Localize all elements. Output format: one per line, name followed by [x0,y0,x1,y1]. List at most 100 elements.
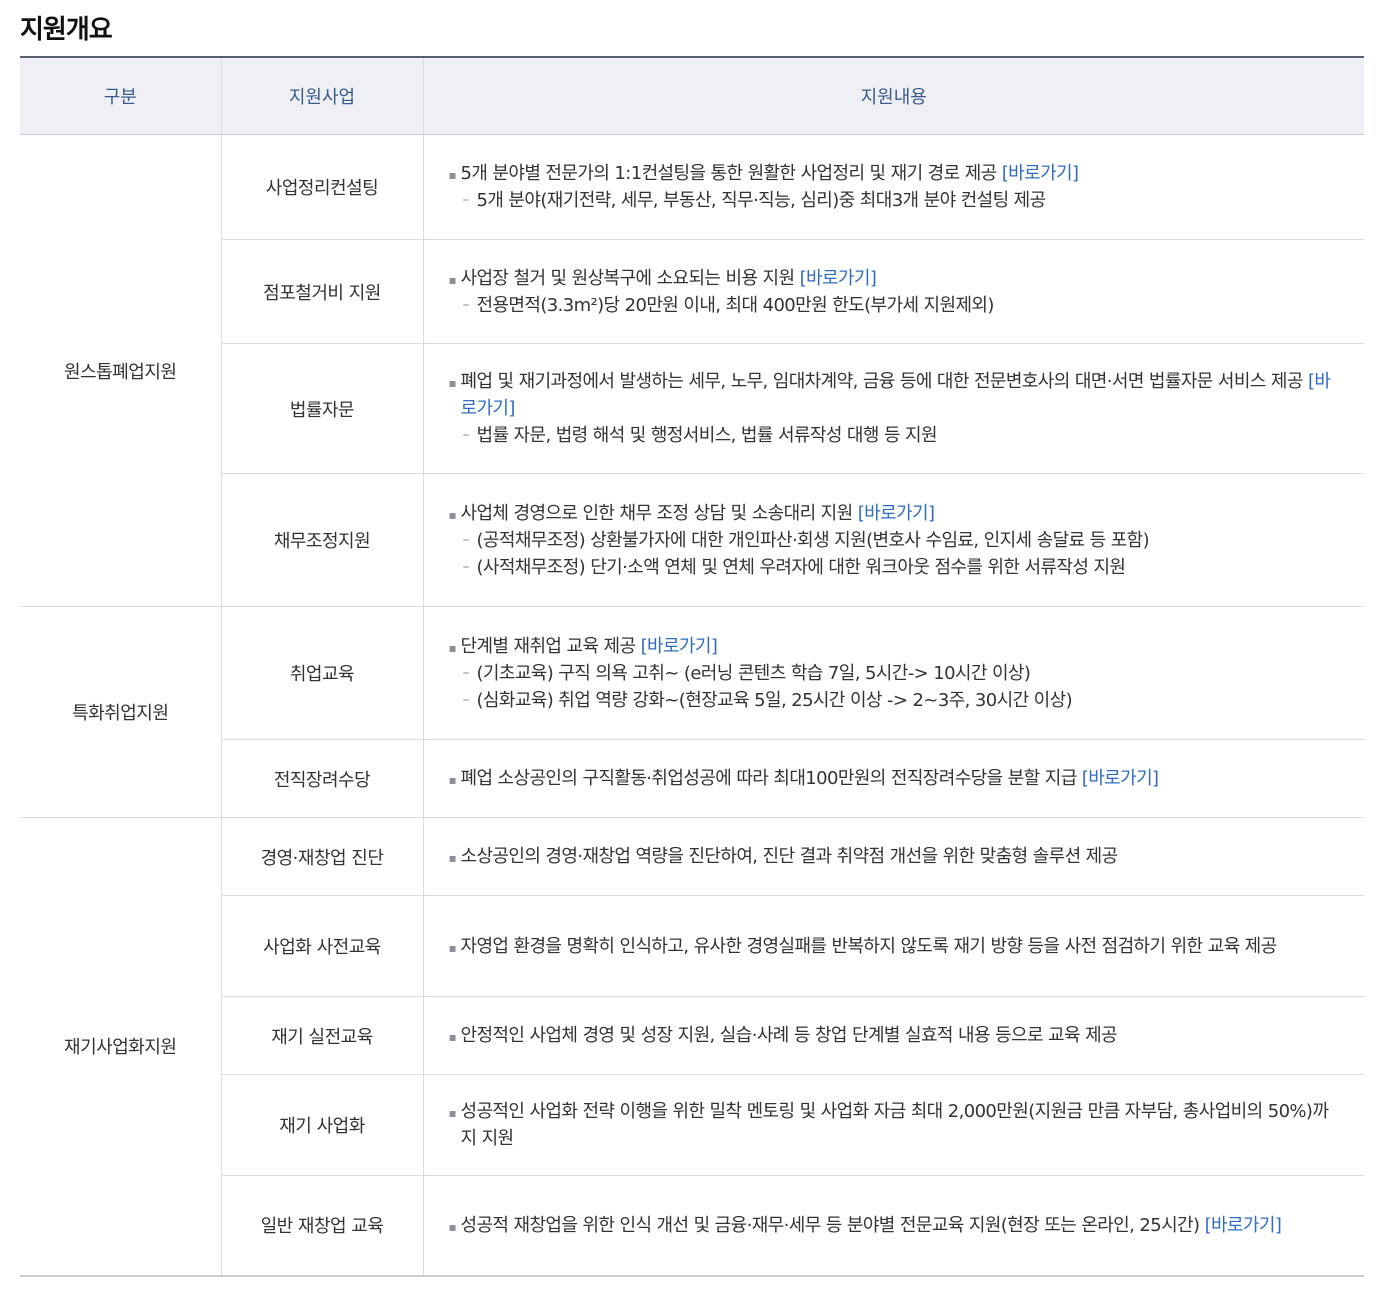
content-cell: ▪ 자영업 환경을 명확히 인식하고, 유사한 경영실패를 반복하지 않도록 재기… [422,895,1364,997]
page: 지원개요 구분 지원사업 지원내용 원스톱폐업지원 사업정리컨설팅 ▪ 5개 분야… [0,0,1386,1277]
content-sub-text: 전용면적(3.3m²)당 20만원 이내, 최대 400만원 한도(부가세 지원… [476,294,995,316]
content-cell: ▪ 성공적 재창업을 위한 인식 개선 및 금융·재무·세무 등 분야별 전문교육… [422,1175,1364,1276]
content-main-text: 폐업 소상공인의 구직활동·취업성공에 따라 최대100만원의 전직장려수당을 … [460,768,1078,789]
content-main-text: 성공적인 사업화 전략 이행을 위한 밀착 멘토링 및 사업화 자금 최대 2,… [460,1101,1329,1149]
content-main: ▪ 성공적 재창업을 위한 인식 개선 및 금융·재무·세무 등 분야별 전문교육… [448,1212,1341,1239]
bullet-icon: ▪ [448,376,457,390]
program-cell: 재기 실전교육 [220,996,423,1075]
content-main-text: 폐업 및 재기과정에서 발생하는 세무, 노무, 임대차계약, 금융 등에 대한… [460,371,1304,392]
table-row: 법률자문 ▪ 폐업 및 재기과정에서 발생하는 세무, 노무, 임대차계약, 금융… [20,343,1364,474]
content-main: ▪ 폐업 소상공인의 구직활동·취업성공에 따라 최대100만원의 전직장려수당을… [448,765,1341,792]
content-main: ▪ 사업장 철거 및 원상복구에 소요되는 비용 지원 [바로가기] [448,265,1341,292]
content-main-text: 5개 분야별 전문가의 1:1컨설팅을 통한 원활한 사업정리 및 재기 경로 … [460,163,998,184]
table-header: 구분 지원사업 지원내용 [20,57,1364,135]
header-row: 구분 지원사업 지원내용 [20,57,1364,135]
dash-icon: – [462,558,470,575]
content-cell: ▪ 소상공인의 경영·재창업 역량을 진단하여, 진단 결과 취약점 개선을 위한… [422,817,1364,896]
program-cell: 사업화 사전교육 [220,895,423,997]
dash-icon: – [462,664,470,681]
table-row: 재기 사업화 ▪ 성공적인 사업화 전략 이행을 위한 밀착 멘토링 및 사업화 … [20,1074,1364,1176]
bullet-icon: ▪ [448,507,457,522]
bullet-icon: ▪ [448,851,457,865]
table-row: 점포철거비 지원 ▪ 사업장 철거 및 원상복구에 소요되는 비용 지원 [바로가… [20,239,1364,344]
content-main: ▪ 단계별 재취업 교육 제공 [바로가기] [448,633,1341,660]
table-body: 원스톱폐업지원 사업정리컨설팅 ▪ 5개 분야별 전문가의 1:1컨설팅을 통한 … [20,134,1364,1276]
table-row: 채무조정지원 ▪ 사업체 경영으로 인한 채무 조정 상담 및 소송대리 지원 [… [20,473,1364,607]
table-row: 사업화 사전교육 ▪ 자영업 환경을 명확히 인식하고, 유사한 경영실패를 반복… [20,895,1364,997]
content-main-text: 사업체 경영으로 인한 채무 조정 상담 및 소송대리 지원 [460,502,854,524]
content-sub-text: (사적채무조정) 단기·소액 연체 및 연체 우려자에 대한 워크아웃 점수를 … [476,556,1126,578]
shortcut-link[interactable]: [바로가기] [858,503,935,524]
header-program: 지원사업 [220,57,423,135]
content-main-text: 소상공인의 경영·재창업 역량을 진단하여, 진단 결과 취약점 개선을 위한 … [460,846,1119,867]
program-cell: 점포철거비 지원 [220,239,423,344]
program-cell: 전직장려수당 [220,739,423,818]
content-sub-text: 5개 분야(재기전략, 세무, 부동산, 직무·직능, 심리)중 최대3개 분야… [476,190,1047,211]
content-main-text: 안정적인 사업체 경영 및 성장 지원, 실습·사례 등 창업 단계별 실효적 … [460,1025,1118,1046]
table-row: 일반 재창업 교육 ▪ 성공적 재창업을 위한 인식 개선 및 금융·재무·세무 … [20,1175,1364,1276]
shortcut-link[interactable]: [바로가기] [1205,1215,1282,1236]
content-main: ▪ 성공적인 사업화 전략 이행을 위한 밀착 멘토링 및 사업화 자금 최대 2… [448,1098,1341,1152]
dash-icon: – [462,427,470,443]
content-main-text: 자영업 환경을 명확히 인식하고, 유사한 경영실패를 반복하지 않도록 재기 … [460,935,1278,957]
support-overview-table: 구분 지원사업 지원내용 원스톱폐업지원 사업정리컨설팅 ▪ 5개 분야별 전문가… [20,56,1364,1277]
content-cell: ▪ 성공적인 사업화 전략 이행을 위한 밀착 멘토링 및 사업화 자금 최대 2… [422,1074,1364,1176]
shortcut-link[interactable]: [바로가기] [641,636,718,657]
content-main: ▪ 소상공인의 경영·재창업 역량을 진단하여, 진단 결과 취약점 개선을 위한… [448,843,1341,870]
content-sub: – (사적채무조정) 단기·소액 연체 및 연체 우려자에 대한 워크아웃 점수를… [448,554,1341,581]
content-main: ▪ 5개 분야별 전문가의 1:1컨설팅을 통한 원활한 사업정리 및 재기 경로… [448,160,1341,187]
bullet-icon: ▪ [448,1106,457,1120]
content-sub-text: 법률 자문, 법령 해석 및 행정서비스, 법률 서류작성 대행 등 지원 [476,425,938,446]
header-category: 구분 [20,57,221,135]
shortcut-link[interactable]: [바로가기] [800,268,877,289]
bullet-icon: ▪ [448,1219,457,1234]
content-main-text: 단계별 재취업 교육 제공 [460,635,637,657]
shortcut-link[interactable]: [바로가기] [1002,163,1079,184]
content-sub: – (공적채무조정) 상환불가자에 대한 개인파산·회생 지원(변호사 수임료, … [448,527,1341,554]
table-row: 전직장려수당 ▪ 폐업 소상공인의 구직활동·취업성공에 따라 최대100만원의 … [20,739,1364,818]
content-main: ▪ 안정적인 사업체 경영 및 성장 지원, 실습·사례 등 창업 단계별 실효적… [448,1022,1341,1049]
content-sub: – 법률 자문, 법령 해석 및 행정서비스, 법률 서류작성 대행 등 지원 [448,422,1341,449]
shortcut-link[interactable]: [바로가기] [1082,768,1159,789]
content-cell: ▪ 단계별 재취업 교육 제공 [바로가기] – (기초교육) 구직 의욕 고취~ … [422,606,1364,740]
content-cell: ▪ 안정적인 사업체 경영 및 성장 지원, 실습·사례 등 창업 단계별 실효적… [422,996,1364,1075]
content-cell: ▪ 사업체 경영으로 인한 채무 조정 상담 및 소송대리 지원 [바로가기] –… [422,473,1364,607]
table-row: 특화취업지원 취업교육 ▪ 단계별 재취업 교육 제공 [바로가기] – (기초교육… [20,606,1364,818]
content-main: ▪ 자영업 환경을 명확히 인식하고, 유사한 경영실패를 반복하지 않도록 재기… [448,933,1341,960]
dash-icon: – [462,296,470,313]
program-cell: 취업교육 [220,606,423,740]
header-content: 지원내용 [422,57,1364,135]
content-sub: – (심화교육) 취업 역량 강화~(현장교육 5일, 25시간 이상 -> 2~… [448,687,1341,714]
content-sub-text: (기초교육) 구직 의욕 고취~ (e러닝 콘텐츠 학습 7일, 5시간-> 1… [476,662,1031,684]
bullet-icon: ▪ [448,272,457,287]
content-cell: ▪ 폐업 소상공인의 구직활동·취업성공에 따라 최대100만원의 전직장려수당을… [422,739,1364,818]
table-row: 재기사업화지원 경영·재창업 진단 ▪ 소상공인의 경영·재창업 역량을 진단하여… [20,817,1364,1276]
bullet-icon: ▪ [448,940,457,955]
content-main-text: 사업장 철거 및 원상복구에 소요되는 비용 지원 [460,267,796,289]
table-row: 재기 실전교육 ▪ 안정적인 사업체 경영 및 성장 지원, 실습·사례 등 창업… [20,996,1364,1075]
content-cell: ▪ 사업장 철거 및 원상복구에 소요되는 비용 지원 [바로가기] – 전용면적(… [422,239,1364,344]
dash-icon: – [462,691,470,708]
bullet-icon: ▪ [448,1030,457,1044]
category-cell: 원스톱폐업지원 [20,134,221,607]
content-main-text: 성공적 재창업을 위한 인식 개선 및 금융·재무·세무 등 분야별 전문교육 … [460,1214,1201,1236]
dash-icon: – [462,531,470,548]
content-sub-text: (공적채무조정) 상환불가자에 대한 개인파산·회생 지원(변호사 수임료, 인… [476,529,1150,551]
bullet-icon: ▪ [448,168,457,182]
content-main: ▪ 폐업 및 재기과정에서 발생하는 세무, 노무, 임대차계약, 금융 등에 대… [448,368,1341,422]
program-cell: 채무조정지원 [220,473,423,607]
page-title: 지원개요 [20,15,113,45]
content-sub: – (기초교육) 구직 의욕 고취~ (e러닝 콘텐츠 학습 7일, 5시간-> … [448,660,1341,687]
content-main: ▪ 사업체 경영으로 인한 채무 조정 상담 및 소송대리 지원 [바로가기] [448,500,1341,527]
bullet-icon: ▪ [448,640,457,655]
program-cell: 경영·재창업 진단 [220,817,423,896]
category-cell: 특화취업지원 [20,606,221,818]
program-cell: 일반 재창업 교육 [220,1175,423,1276]
program-cell: 법률자문 [220,343,423,474]
program-cell: 사업정리컨설팅 [220,134,423,240]
content-cell: ▪ 폐업 및 재기과정에서 발생하는 세무, 노무, 임대차계약, 금융 등에 대… [422,343,1364,474]
content-sub: – 전용면적(3.3m²)당 20만원 이내, 최대 400만원 한도(부가세 지… [448,292,1341,319]
program-cell: 재기 사업화 [220,1074,423,1176]
category-cell: 재기사업화지원 [20,817,221,1276]
content-sub-text: (심화교육) 취업 역량 강화~(현장교육 5일, 25시간 이상 -> 2~3… [476,689,1073,711]
